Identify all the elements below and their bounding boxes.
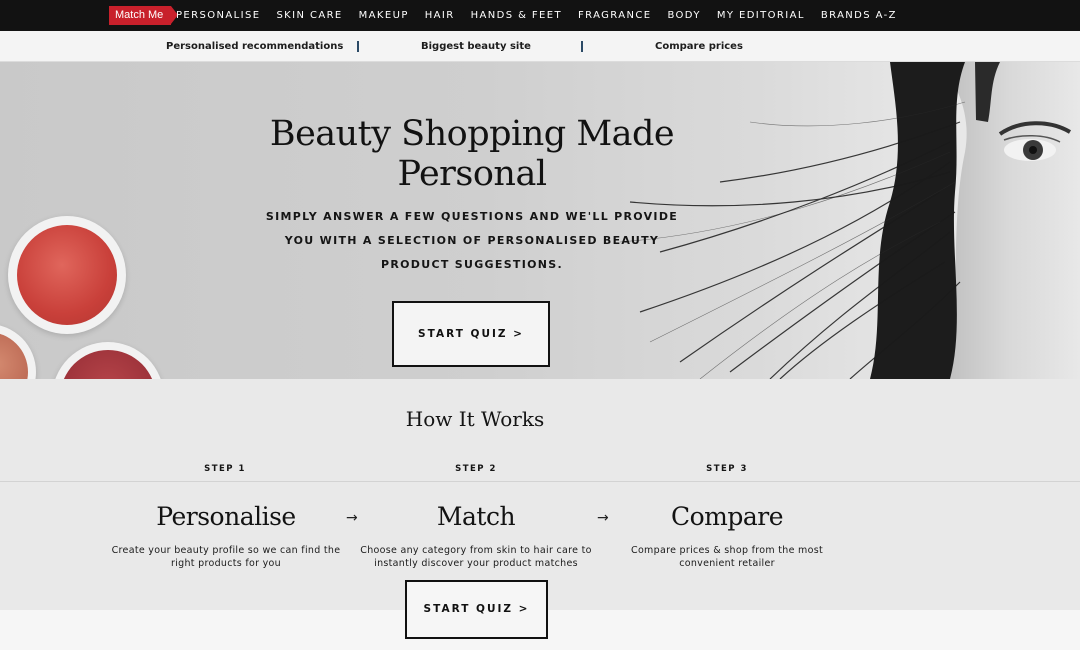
benefit-separator [581, 41, 583, 52]
bronzer-pot-image [0, 324, 36, 379]
benefit-biggest-site: Biggest beauty site [421, 41, 531, 52]
arrow-right-icon: → [597, 510, 609, 526]
nav-item-my-editorial[interactable]: MY EDITORIAL [717, 10, 805, 21]
section-title: How It Works [405, 407, 545, 431]
start-quiz-button-bottom[interactable]: START QUIZ > [405, 580, 548, 639]
model-portrait-image [620, 62, 1080, 379]
nav-item-hair[interactable]: HAIR [425, 10, 455, 21]
blush-pot-image [8, 216, 126, 334]
arrow-right-icon: → [346, 510, 358, 526]
hero-subtitle: SIMPLY ANSWER A FEW QUESTIONS AND WE'LL … [265, 210, 679, 271]
nav-item-makeup[interactable]: MAKEUP [359, 10, 409, 21]
benefit-separator [357, 41, 359, 52]
step-1-label: STEP 1 [204, 464, 246, 474]
step-3-description: Compare prices & shop from the most conv… [631, 545, 823, 569]
benefits-bar: Personalised recommendations Biggest bea… [0, 31, 1080, 62]
match-me-badge[interactable]: Match Me [109, 6, 179, 25]
nav-item-body[interactable]: BODY [667, 10, 700, 21]
hero-title: Beauty Shopping Made Personal [269, 114, 675, 194]
step-1-description: Create your beauty profile so we can fin… [111, 545, 341, 569]
divider [0, 481, 1080, 482]
nav-item-hands-feet[interactable]: HANDS & FEET [471, 10, 562, 21]
how-it-works-section: How It Works STEP 1 STEP 2 STEP 3 Person… [0, 379, 1080, 610]
step-3-label: STEP 3 [706, 464, 748, 474]
top-navigation: Match Me PERSONALISE SKIN CARE MAKEUP HA… [0, 0, 1080, 31]
blush-pot-image [52, 342, 164, 379]
step-2-label: STEP 2 [455, 464, 497, 474]
step-1-name: Personalise [156, 502, 296, 531]
nav-item-fragrance[interactable]: FRAGRANCE [578, 10, 651, 21]
benefit-recommendations: Personalised recommendations [166, 41, 344, 52]
step-2-name: Match [436, 502, 516, 531]
step-3-name: Compare [670, 502, 784, 531]
start-quiz-button[interactable]: START QUIZ > [392, 301, 550, 367]
nav-item-personalise[interactable]: PERSONALISE [176, 10, 260, 21]
nav-item-skin-care[interactable]: SKIN CARE [276, 10, 342, 21]
benefit-compare-prices: Compare prices [655, 41, 743, 52]
nav-menu: PERSONALISE SKIN CARE MAKEUP HAIR HANDS … [176, 0, 913, 31]
hero-banner: Beauty Shopping Made Personal SIMPLY ANS… [0, 62, 1080, 379]
nav-item-brands-a-z[interactable]: BRANDS A-Z [821, 10, 897, 21]
step-2-description: Choose any category from skin to hair ca… [360, 545, 592, 569]
